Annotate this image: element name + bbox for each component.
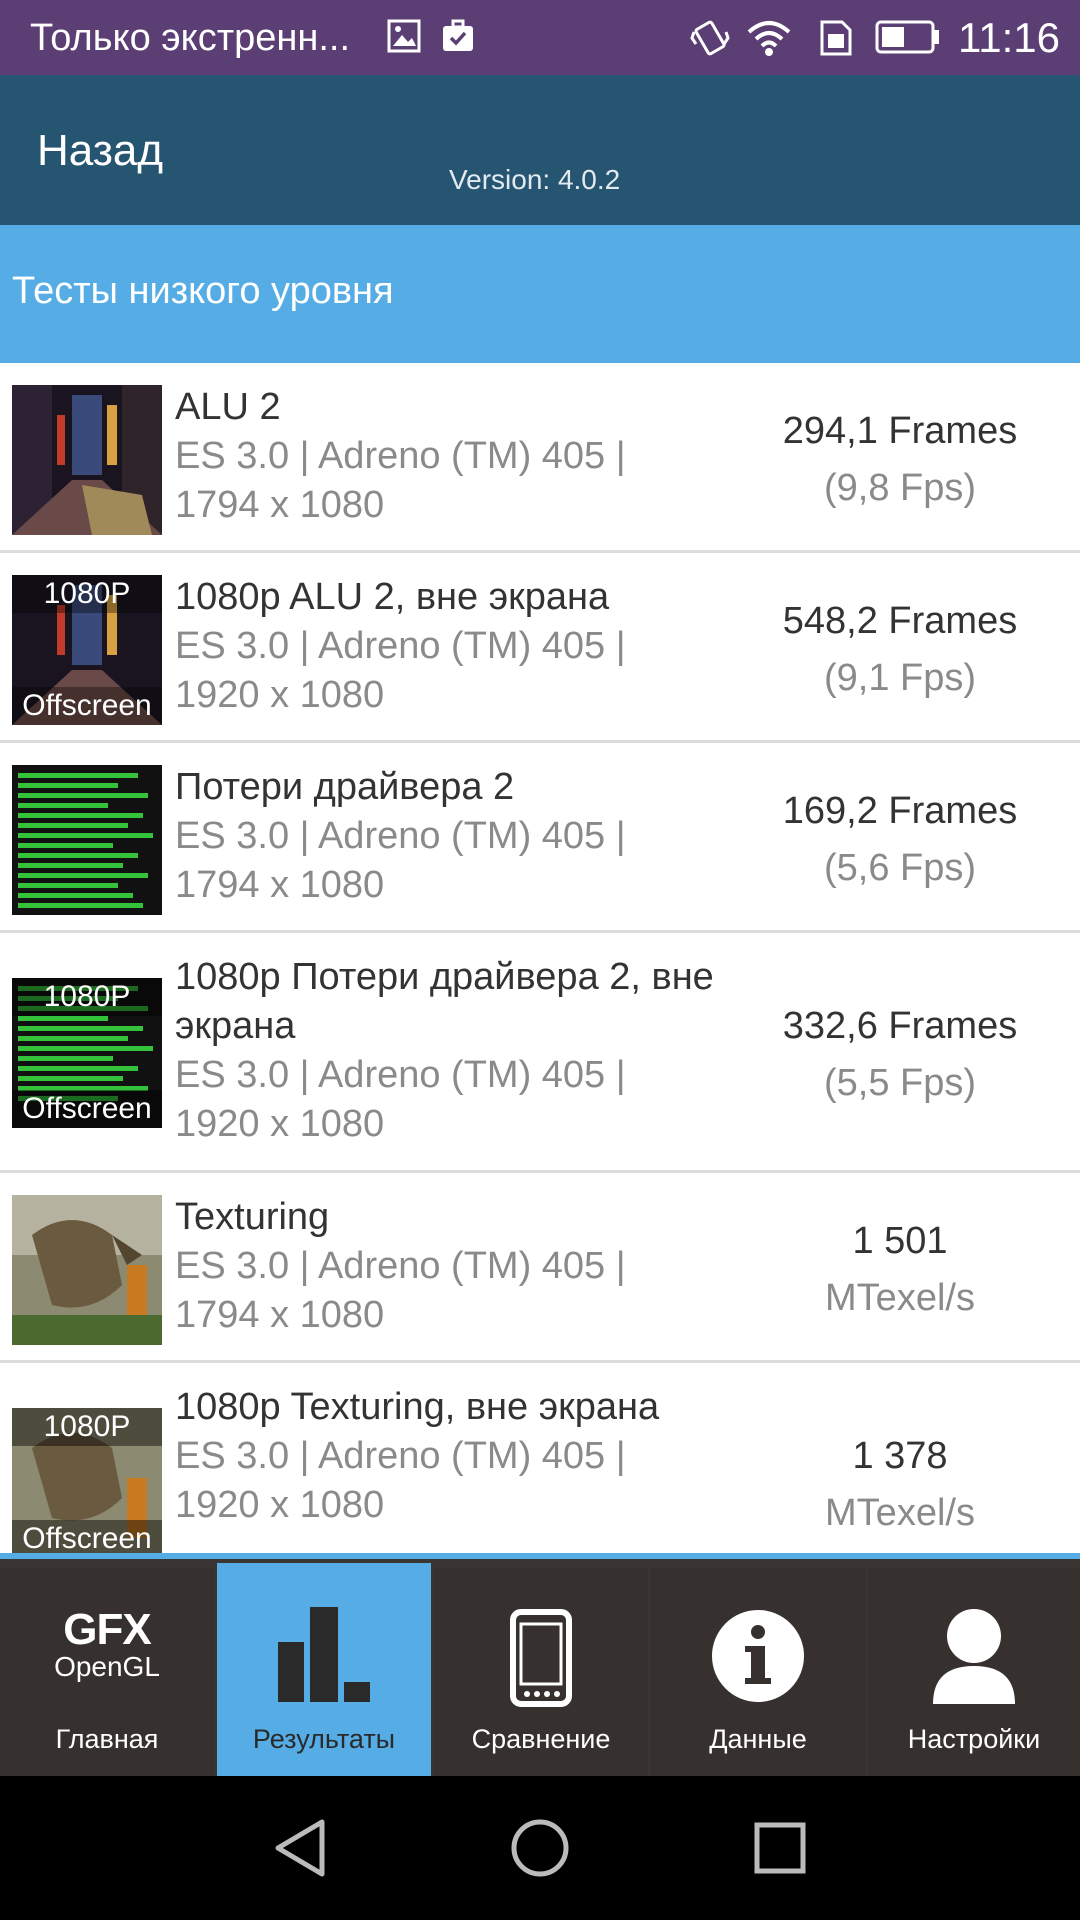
result-subtitle: ES 3.0 | Adreno (TM) 405 | 1920 x 1080 <box>175 1054 626 1145</box>
app-header: Назад Version: 4.0.2 <box>0 75 1080 225</box>
user-icon <box>929 1608 1019 1709</box>
bar-chart-icon <box>274 1607 374 1707</box>
navigation-bar <box>0 1776 1080 1920</box>
phone-icon <box>509 1608 573 1713</box>
thumb-badge-top: 1080P <box>12 978 162 1016</box>
info-icon <box>710 1608 806 1709</box>
back-nav-icon[interactable] <box>272 1818 328 1883</box>
texturing-offscreen-thumbnail: 1080P Offscreen <box>12 1408 162 1553</box>
result-score-sub: (5,6 Fps) <box>823 847 977 889</box>
briefcase-check-icon <box>440 18 476 59</box>
thumb-badge-bottom: Offscreen <box>12 687 162 725</box>
result-score: 169,2 Frames <box>782 790 1018 832</box>
vibrate-icon <box>690 18 730 63</box>
result-row[interactable]: 1080P Offscreen 1080p ALU 2, вне экрана … <box>0 553 1080 743</box>
home-nav-icon[interactable] <box>510 1818 570 1883</box>
bottom-tab-bar: GFX OpenGL Главная Результаты Сравнение … <box>0 1553 1080 1776</box>
status-notification-text: Только экстренн... <box>30 17 351 59</box>
driver-overhead-thumbnail <box>12 765 162 915</box>
opengl-logo-text: OpenGL <box>54 1651 160 1682</box>
result-score: 548,2 Frames <box>782 600 1018 642</box>
result-score-sub: (5,5 Fps) <box>823 1062 977 1104</box>
result-row[interactable]: 1080P Offscreen 1080p Потери драйвера 2,… <box>0 933 1080 1173</box>
sim-icon <box>818 18 854 63</box>
tab-label: Главная <box>55 1724 159 1754</box>
thumb-badge-bottom: Offscreen <box>12 1090 162 1128</box>
tab-label: Сравнение <box>471 1724 611 1754</box>
alu-offscreen-thumbnail: 1080P Offscreen <box>12 575 162 725</box>
result-subtitle: ES 3.0 | Adreno (TM) 405 | 1794 x 1080 <box>175 435 626 526</box>
section-title: Тесты низкого уровня <box>12 270 394 312</box>
gfx-logo-text: GFX <box>63 1605 151 1654</box>
status-time: 11:16 <box>958 14 1060 61</box>
tab-info[interactable]: Данные <box>651 1568 865 1776</box>
result-score: 332,6 Frames <box>782 1005 1018 1047</box>
gallery-icon <box>386 18 422 59</box>
status-bar: Только экстренн... 11:16 <box>0 0 1080 75</box>
result-score: 294,1 Frames <box>782 410 1018 452</box>
result-title: 1080p Texturing, вне экрана <box>175 1386 660 1428</box>
result-row[interactable]: Потери драйвера 2 ES 3.0 | Adreno (TM) 4… <box>0 743 1080 933</box>
result-title: Texturing <box>175 1196 330 1238</box>
result-subtitle: ES 3.0 | Adreno (TM) 405 | 1794 x 1080 <box>175 1245 626 1336</box>
wifi-icon <box>747 18 791 63</box>
result-subtitle: ES 3.0 | Adreno (TM) 405 | 1920 x 1080 <box>175 1435 626 1526</box>
result-score: 1 378 <box>852 1435 948 1477</box>
recents-nav-icon[interactable] <box>752 1818 808 1883</box>
result-title: 1080p ALU 2, вне экрана <box>175 576 610 618</box>
driver-overhead-offscreen-thumbnail: 1080P Offscreen <box>12 978 162 1128</box>
result-score-sub: MTexel/s <box>825 1492 975 1534</box>
tab-settings[interactable]: Настройки <box>868 1568 1080 1776</box>
result-title: Потери драйвера 2 <box>175 766 515 808</box>
tab-results[interactable]: Результаты <box>217 1563 431 1776</box>
version-label: Version: 4.0.2 <box>449 164 621 195</box>
thumb-badge-bottom: Offscreen <box>12 1520 162 1553</box>
thumb-badge-top: 1080P <box>12 575 162 613</box>
tab-compare[interactable]: Сравнение <box>434 1568 648 1776</box>
result-row[interactable]: Texturing ES 3.0 | Adreno (TM) 405 | 179… <box>0 1173 1080 1363</box>
result-row[interactable]: ALU 2 ES 3.0 | Adreno (TM) 405 | 1794 x … <box>0 363 1080 553</box>
gfx-opengl-logo: GFX OpenGL <box>37 1608 177 1682</box>
tab-home[interactable]: GFX OpenGL Главная <box>0 1568 214 1776</box>
result-subtitle: ES 3.0 | Adreno (TM) 405 | 1920 x 1080 <box>175 625 626 716</box>
tab-label: Данные <box>709 1724 807 1754</box>
thumb-badge-top: 1080P <box>12 1408 162 1446</box>
back-button[interactable]: Назад <box>37 125 163 177</box>
battery-icon <box>875 18 941 61</box>
tab-label: Настройки <box>907 1724 1041 1754</box>
texturing-thumbnail <box>12 1195 162 1345</box>
result-title: 1080p Потери драйвера 2, вне экрана <box>175 956 714 1047</box>
tab-label: Результаты <box>252 1724 396 1754</box>
section-header: Тесты низкого уровня <box>0 225 1080 363</box>
alu-thumbnail <box>12 385 162 535</box>
result-row[interactable]: 1080P Offscreen 1080p Texturing, вне экр… <box>0 1363 1080 1553</box>
result-score: 1 501 <box>852 1220 948 1262</box>
result-title: ALU 2 <box>175 386 281 428</box>
tab-bar-divider <box>0 1553 1080 1559</box>
results-list[interactable]: ALU 2 ES 3.0 | Adreno (TM) 405 | 1794 x … <box>0 363 1080 1553</box>
result-score-sub: MTexel/s <box>825 1277 975 1319</box>
result-subtitle: ES 3.0 | Adreno (TM) 405 | 1794 x 1080 <box>175 815 626 906</box>
result-score-sub: (9,1 Fps) <box>823 657 977 699</box>
result-score-sub: (9,8 Fps) <box>823 467 977 509</box>
